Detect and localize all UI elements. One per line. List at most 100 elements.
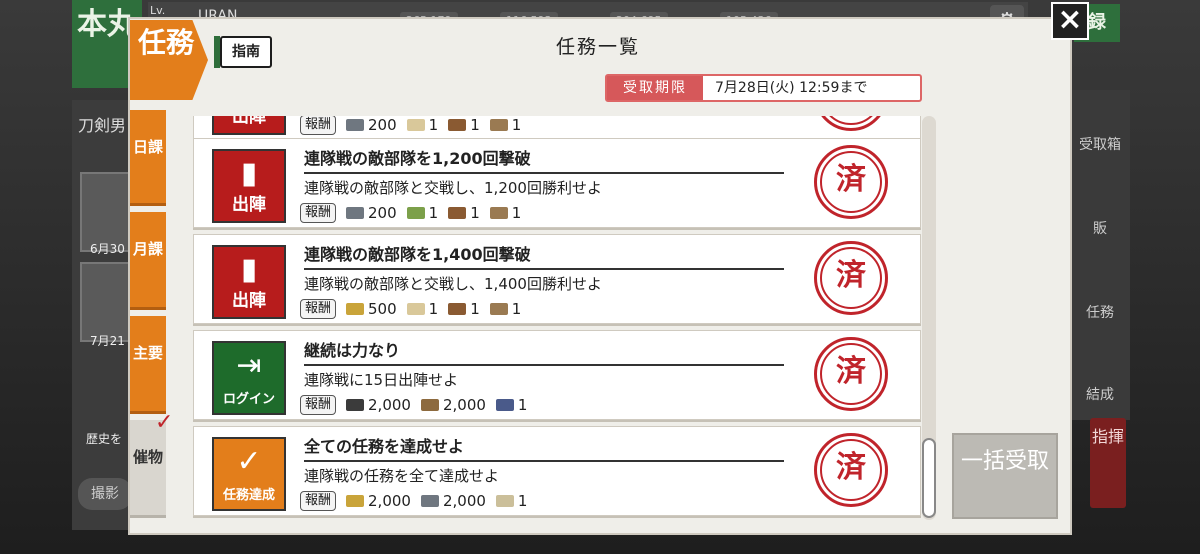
sword-icon: ▮ — [240, 252, 258, 287]
completed-stamp: 済 — [814, 241, 888, 315]
reward-amount: 1 — [428, 204, 439, 222]
completed-stamp: 済 — [814, 116, 888, 131]
pouch-icon — [495, 399, 514, 411]
receive-box-item[interactable]: 受取箱 — [1070, 134, 1130, 154]
reward-label: 報酬 — [300, 299, 337, 319]
reward-list: 報酬 200 1 1 1 — [300, 202, 521, 224]
reward-amount: 200 — [368, 204, 397, 222]
reward-amount: 1 — [470, 204, 480, 222]
formation-item[interactable]: 結成 — [1070, 384, 1130, 404]
reward-amount: 1 — [470, 300, 480, 318]
quest-row[interactable]: ▮出陣報酬 200 1 1 1 済 — [193, 116, 921, 140]
quest-row[interactable]: ⇥ ログイン 継続は力なり 連隊戦に15日出陣せよ 報酬 2,000 2,000 1 済 — [193, 330, 921, 420]
tab-main[interactable]: 主要 — [130, 316, 166, 414]
quest-category-label: 出陣 — [232, 195, 266, 215]
completed-stamp: 済 — [814, 337, 888, 411]
reward-list: 報酬 2,000 2,000 1 — [300, 490, 527, 512]
tool-icon — [448, 207, 467, 219]
quest-category-label: ログイン — [222, 392, 275, 407]
quest-item[interactable]: 任務 — [1070, 302, 1130, 322]
reward-amount: 500 — [368, 300, 397, 318]
reward-amount: 1 — [511, 204, 522, 222]
deadline-label: 受取期限 — [607, 76, 703, 100]
quest-row[interactable]: ▮ 出陣 連隊戦の敵部隊を1,200回撃破 連隊戦の敵部隊と交戦し、1,200回勝利せ… — [193, 138, 921, 228]
quest-description: 連隊戦に15日出陣せよ — [304, 371, 459, 389]
reward-item: 1 — [495, 396, 528, 414]
reward-amount: 2,000 — [368, 396, 411, 414]
guide-button[interactable]: 指南 — [214, 36, 272, 68]
reward-item: 500 — [346, 300, 397, 318]
checkmark-icon: ✓ — [155, 410, 174, 435]
checkmark-icon: ✓ — [236, 444, 262, 479]
quest-description: 連隊戦の任務を全て達成せよ — [304, 467, 500, 485]
koban-icon — [346, 303, 365, 315]
reward-label: 報酬 — [300, 116, 337, 135]
quest-title: 連隊戦の敵部隊を1,200回撃破 — [304, 145, 784, 174]
reward-label: 報酬 — [300, 203, 337, 223]
quest-category-label: 任務達成 — [222, 488, 275, 503]
reward-item: 1 — [495, 492, 528, 510]
scroll-icon — [406, 303, 425, 315]
reward-amount: 1 — [511, 300, 522, 318]
tamahagane-icon — [420, 495, 439, 507]
reward-item: 200 — [346, 116, 397, 134]
history-label: 歴史を — [86, 432, 123, 446]
reward-item: 1 — [448, 300, 480, 318]
reward-item: 200 — [346, 204, 397, 222]
horse-icon — [489, 207, 508, 219]
event-banner[interactable] — [80, 262, 132, 342]
reward-amount: 1 — [428, 116, 439, 134]
quest-category-icon: ▮出陣 — [212, 116, 286, 135]
quest-list[interactable]: ▮出陣報酬200111済▮出陣連隊戦の敵部隊を1,200回撃破連隊戦の敵部隊と交… — [193, 116, 923, 520]
quest-category-icon: ⇥ ログイン — [212, 341, 286, 415]
command-button[interactable]: 指揮 — [1090, 418, 1126, 508]
reward-item: 2,000 — [346, 396, 411, 414]
reward-amount: 200 — [368, 116, 397, 134]
reward-label: 報酬 — [300, 491, 337, 511]
reward-item: 1 — [489, 204, 522, 222]
tab-daily[interactable]: 日課 — [130, 110, 166, 206]
reward-item: 2,000 — [346, 492, 411, 510]
reward-amount: 1 — [428, 300, 439, 318]
reward-amount: 2,000 — [368, 492, 411, 510]
quest-row[interactable]: ✓ 任務達成 全ての任務を達成せよ 連隊戦の任務を全て達成せよ 報酬 2,000 2,000… — [193, 426, 921, 516]
scrollbar-thumb[interactable] — [922, 438, 936, 518]
bulk-receive-button[interactable]: 一括受取 — [952, 433, 1058, 519]
quest-title: 継続は力なり — [304, 337, 784, 366]
reward-amount: 2,000 — [442, 396, 486, 414]
reward-list: 報酬 200 1 1 1 — [300, 116, 521, 136]
reward-item: 2,000 — [420, 396, 486, 414]
reward-amount: 1 — [517, 492, 528, 510]
horse-icon — [489, 119, 508, 131]
deadline-value: 7月28日(火) 12:59まで — [715, 80, 868, 96]
cooling-material-icon — [420, 399, 439, 411]
reward-item: 1 — [406, 204, 439, 222]
reward-item: 1 — [489, 300, 522, 318]
quest-category-icon: ▮ 出陣 — [212, 245, 286, 319]
quest-title: 連隊戦の敵部隊を1,400回撃破 — [304, 241, 784, 270]
koban-icon — [346, 495, 365, 507]
event-date: 7月21 — [90, 334, 125, 348]
quest-title: 全ての任務を達成せよ — [304, 433, 784, 462]
level-label: Lv. — [150, 4, 166, 17]
reward-amount: 1 — [517, 396, 528, 414]
completed-stamp: 済 — [814, 145, 888, 219]
sword-list-label[interactable]: 刀剣男 — [78, 112, 126, 136]
photo-button[interactable]: 撮影 — [78, 478, 132, 510]
quest-category-label: 出陣 — [232, 291, 266, 311]
quest-row[interactable]: ▮ 出陣 連隊戦の敵部隊を1,400回撃破 連隊戦の敵部隊と交戦し、1,400回勝利せ… — [193, 234, 921, 324]
reward-amount: 1 — [470, 116, 480, 134]
close-button[interactable]: × — [1051, 2, 1089, 40]
reward-item: 1 — [406, 300, 439, 318]
charcoal-icon — [346, 399, 365, 411]
tab-monthly[interactable]: 月課 — [130, 212, 166, 310]
reward-list: 報酬 500 1 1 1 — [300, 298, 521, 320]
login-icon: ⇥ — [236, 348, 262, 383]
deadline-box: 受取期限 7月28日(火) 12:59まで — [605, 74, 922, 102]
shop-item[interactable]: 販 — [1070, 218, 1130, 238]
quest-category-icon: ✓ 任務達成 — [212, 437, 286, 511]
reward-amount: 1 — [511, 116, 522, 134]
reward-item: 1 — [406, 116, 439, 134]
completed-stamp: 済 — [814, 433, 888, 507]
quest-category-label: 出陣 — [232, 116, 266, 127]
